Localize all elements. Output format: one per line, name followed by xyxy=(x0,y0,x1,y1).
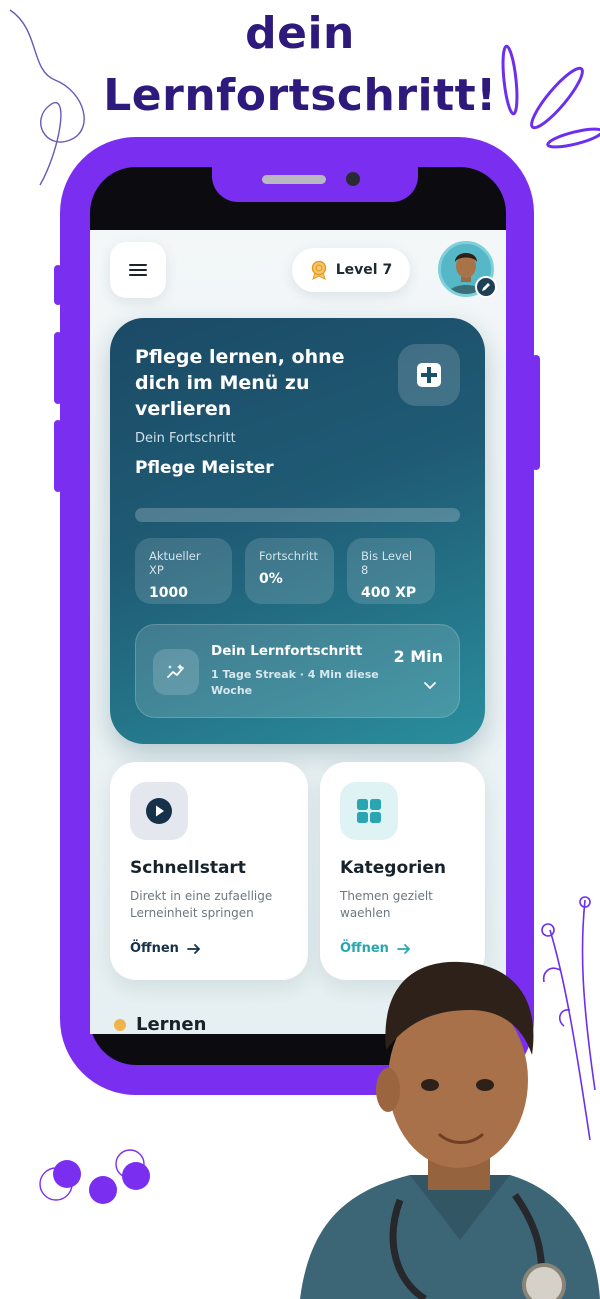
phone-side-button xyxy=(532,355,540,470)
card-description: Themen gezielt waehlen xyxy=(340,889,433,920)
phone-speaker xyxy=(262,175,326,184)
plus-icon xyxy=(417,363,441,387)
open-quickstart-link[interactable]: Öffnen xyxy=(130,941,201,956)
stat-next-level: Bis Level 8 400 XP xyxy=(347,538,435,604)
level-badge[interactable]: Level 7 xyxy=(292,248,410,292)
play-icon xyxy=(146,798,172,824)
sparkle-trend-icon xyxy=(153,649,199,695)
phone-side-button xyxy=(54,265,62,305)
progress-bar xyxy=(135,508,460,522)
stat-current-xp: Aktueller XP 1000 xyxy=(135,538,232,604)
stat-label: Fortschritt xyxy=(259,549,319,563)
card-title: Kategorien xyxy=(340,858,446,878)
stat-label: Bis Level 8 xyxy=(361,549,413,577)
section-title: Lernen xyxy=(136,1014,207,1034)
app-screen: Level 7 Pflege lernen, ohne dich im Menü… xyxy=(90,230,506,1034)
phone-side-button xyxy=(54,332,62,404)
grid-icon xyxy=(357,799,381,823)
streak-panel[interactable]: Dein Lernfortschritt 1 Tage Streak · 4 M… xyxy=(135,624,460,718)
hamburger-icon xyxy=(129,261,147,279)
play-icon-tile xyxy=(130,782,188,840)
dots-decoration xyxy=(39,1149,150,1204)
menu-button[interactable] xyxy=(110,242,166,298)
stat-value: 0% xyxy=(259,571,283,587)
medal-icon xyxy=(311,260,327,280)
rank-title: Pflege Meister xyxy=(135,458,274,478)
edit-avatar-button[interactable] xyxy=(475,276,497,298)
card-description: Direkt in eine zufaellige Lerneinheit sp… xyxy=(130,889,273,920)
phone-side-button xyxy=(54,420,62,492)
stat-progress: Fortschritt 0% xyxy=(245,538,334,604)
card-title: Schnellstart xyxy=(130,858,246,878)
pencil-icon xyxy=(482,283,490,291)
streak-minutes: 2 Min xyxy=(393,647,444,666)
open-label: Öffnen xyxy=(130,941,179,956)
nurse-illustration xyxy=(300,961,600,1299)
stat-value: 400 XP xyxy=(361,585,417,601)
chevron-down-icon[interactable] xyxy=(423,681,437,691)
stat-label: Aktueller XP xyxy=(149,549,201,577)
arrow-right-icon xyxy=(187,943,201,954)
add-button[interactable] xyxy=(398,344,460,406)
quickstart-card[interactable]: Schnellstart Direkt in eine zufaellige L… xyxy=(110,762,308,980)
section-dot xyxy=(114,1018,126,1031)
streak-title: Dein Lernfortschritt xyxy=(211,643,363,659)
streak-subtitle: 1 Tage Streak · 4 Min diese Woche xyxy=(211,668,379,697)
progress-subtitle: Dein Fortschritt xyxy=(135,431,236,446)
grid-icon-tile xyxy=(340,782,398,840)
level-label: Level 7 xyxy=(335,262,393,278)
stat-value: 1000 xyxy=(149,585,188,601)
leaf-decoration xyxy=(501,44,600,149)
progress-hero-card: Pflege lernen, ohne dich im Menü zu verl… xyxy=(110,318,485,744)
hero-title: Pflege lernen, ohne dich im Menü zu verl… xyxy=(135,346,345,420)
phone-camera xyxy=(346,172,360,186)
section-heading: Lernen xyxy=(114,1014,206,1034)
